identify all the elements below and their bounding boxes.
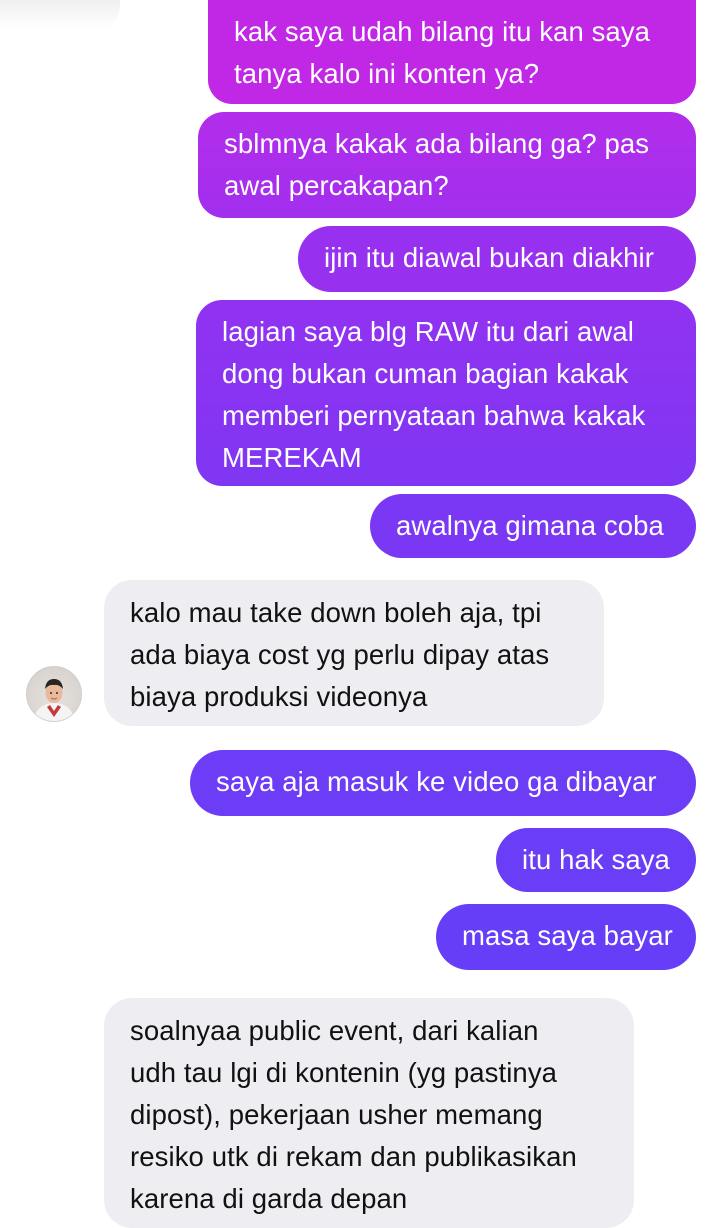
message-text-line: memberi pernyataan bahwa kakak [222, 400, 646, 431]
message-text-line: MEREKAM [222, 442, 362, 473]
message-text-line: masa saya bayar [462, 920, 673, 951]
message-text-line: kalo mau take down boleh aja, tpi [130, 597, 542, 628]
message-text-line: itu hak saya [522, 844, 670, 875]
message-text-line: kak saya udah bilang itu kan saya [234, 16, 651, 47]
message-text-line: lagian saya blg RAW itu dari awal [222, 316, 634, 347]
previous-message-edge [0, 0, 120, 30]
message-bubble-incoming[interactable]: kalo mau take down boleh aja, tpi ada bi… [104, 580, 604, 726]
message-bubble-outgoing[interactable]: itu hak saya [496, 828, 696, 892]
message-text-line: ada biaya cost yg perlu dipay atas [130, 639, 550, 670]
message-text-line: biaya produksi videonya [130, 681, 428, 712]
message-text-line: resiko utk di rekam dan publikasikan [130, 1141, 577, 1172]
message-bubble-outgoing[interactable]: kak saya udah bilang itu kan saya tanya … [208, 0, 696, 104]
message-text-line: ijin itu diawal bukan diakhir [324, 242, 655, 273]
message-text-line: awal percakapan? [224, 170, 449, 201]
message-text-line: saya aja masuk ke video ga dibayar [216, 766, 657, 797]
message-bubble-outgoing[interactable]: sblmnya kakak ada bilang ga? pas awal pe… [198, 112, 696, 218]
message-bubble-incoming[interactable]: soalnyaa public event, dari kalian udh t… [104, 998, 634, 1228]
avatar-person-icon [35, 679, 73, 721]
message-text-line: udh tau lgi di kontenin (yg pastinya [130, 1057, 558, 1088]
message-bubble-outgoing[interactable]: awalnya gimana coba [370, 494, 696, 558]
message-text-line: awalnya gimana coba [396, 510, 664, 541]
message-bubble-outgoing[interactable]: lagian saya blg RAW itu dari awal dong b… [196, 300, 696, 486]
message-bubble-outgoing[interactable]: saya aja masuk ke video ga dibayar [190, 750, 696, 816]
message-text-line: dong bukan cuman bagian kakak [222, 358, 629, 389]
contact-avatar-icon[interactable] [26, 666, 82, 722]
message-text-line: dipost), pekerjaan usher memang [130, 1099, 543, 1130]
message-text-line: karena di garda depan [130, 1183, 408, 1214]
message-text-line: soalnyaa public event, dari kalian [130, 1015, 539, 1046]
message-bubble-outgoing[interactable]: ijin itu diawal bukan diakhir [298, 226, 696, 292]
message-bubble-outgoing[interactable]: masa saya bayar [436, 904, 696, 970]
message-text-line: tanya kalo ini konten ya? [234, 58, 540, 89]
message-text-line: sblmnya kakak ada bilang ga? pas [224, 128, 650, 159]
